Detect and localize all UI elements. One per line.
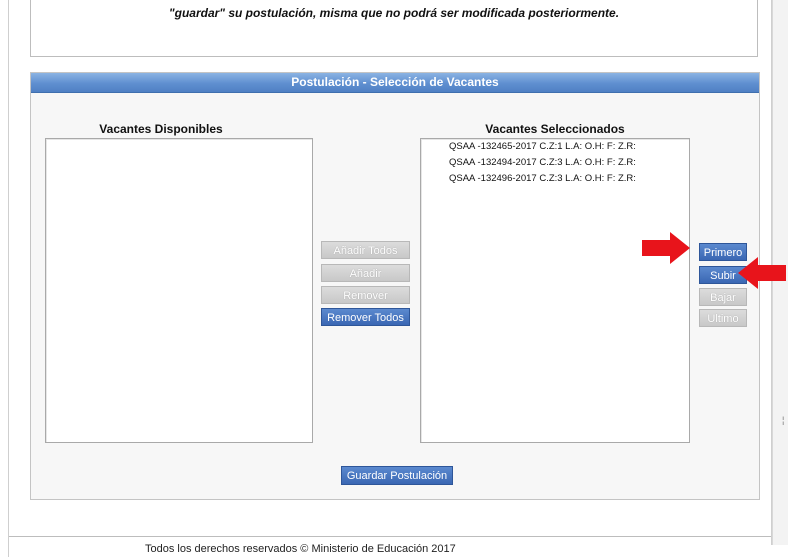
selected-vacancy-item[interactable]: QSAA -132494-2017 C.Z:3 L.A: O.H: F: Z.R… [421, 155, 689, 171]
selected-vacancies-title: Vacantes Seleccionados [485, 122, 625, 136]
remove-button[interactable]: Remover [321, 286, 410, 304]
panel-title: Postulación - Selección de Vacantes [31, 73, 759, 93]
available-vacancies-title: Vacantes Disponibles [99, 122, 223, 136]
footer-copyright: Todos los derechos reservados © Minister… [145, 543, 456, 555]
save-application-button[interactable]: Guardar Postulación [341, 466, 453, 485]
side-marker: ¦ [782, 415, 785, 425]
red-arrow-icon [738, 257, 786, 289]
move-down-button[interactable]: Bajar [699, 288, 747, 306]
frame-left-border [8, 0, 9, 557]
add-button[interactable]: Añadir [321, 264, 410, 282]
red-arrow-icon [642, 232, 690, 264]
vacancy-selection-panel: Postulación - Selección de Vacantes Vaca… [30, 72, 760, 500]
move-last-button[interactable]: Ultimo [699, 309, 747, 327]
selected-vacancies-list[interactable]: QSAA -132465-2017 C.Z:1 L.A: O.H: F: Z.R… [420, 138, 690, 443]
notice-box: "guardar" su postulación, misma que no p… [30, 0, 758, 57]
remove-all-button[interactable]: Remover Todos [321, 308, 410, 326]
notice-text: "guardar" su postulación, misma que no p… [168, 6, 620, 20]
selected-vacancy-item[interactable]: QSAA -132465-2017 C.Z:1 L.A: O.H: F: Z.R… [421, 139, 689, 155]
footer-divider [9, 536, 771, 537]
available-vacancies-list[interactable] [45, 138, 313, 443]
add-all-button[interactable]: Añadir Todos [321, 241, 410, 259]
selected-vacancy-item[interactable]: QSAA -132496-2017 C.Z:3 L.A: O.H: F: Z.R… [421, 171, 689, 187]
